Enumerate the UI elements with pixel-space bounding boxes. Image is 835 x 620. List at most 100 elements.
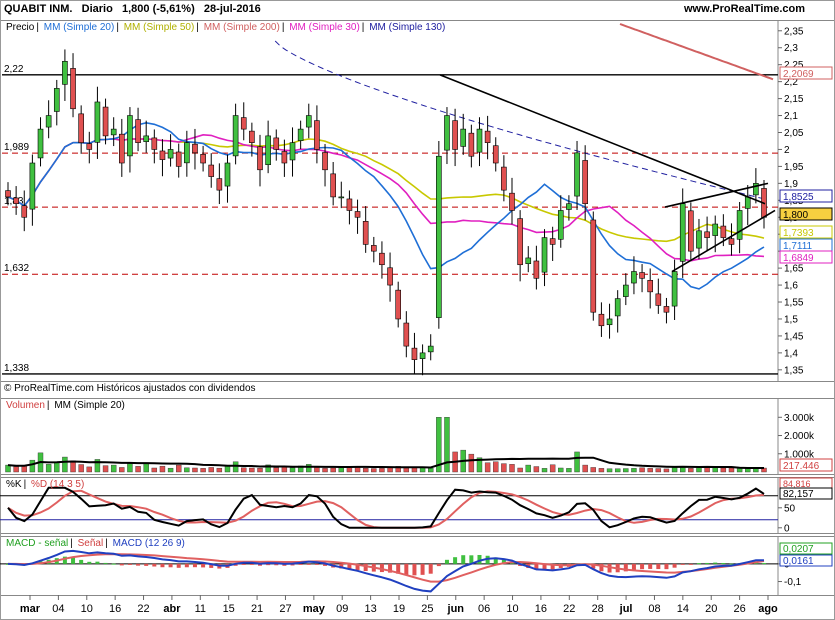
candle-body: [346, 198, 353, 211]
volume-bar: [688, 468, 694, 473]
trendline-channel-top: [664, 182, 769, 208]
legend-d: %D (14 3 5): [30, 479, 85, 490]
candle-body: [29, 162, 36, 210]
volume-bar: [135, 466, 141, 473]
x-axis-label: 28: [592, 603, 604, 615]
volume-bar: [387, 467, 393, 473]
macd-histogram-bar: [152, 563, 157, 567]
volume-bar: [338, 467, 344, 473]
volume-bar: [484, 462, 491, 473]
candle-body: [476, 128, 483, 153]
macd-histogram-bar: [119, 563, 124, 566]
x-axis-label: mar: [20, 603, 41, 615]
date-label: 28-jul-2016: [203, 3, 261, 15]
x-axis-label: 16: [109, 603, 121, 615]
outer-frame: [0, 0, 835, 620]
volume-bar: [614, 468, 621, 473]
x-axis-label: jun: [447, 603, 465, 615]
price-level-label: 1,989: [4, 142, 29, 153]
price-axis-tick-label: 1,4: [784, 348, 798, 359]
price-badge-label: 1,800: [783, 210, 808, 221]
x-axis-label: 22: [137, 603, 149, 615]
candle-body: [736, 210, 743, 240]
volume-bar: [712, 467, 718, 473]
chart-svg[interactable]: 2,352,32,252,22,152,12,0521,951,91,851,8…: [0, 0, 835, 620]
candle-body: [135, 119, 141, 143]
candle-body: [257, 146, 263, 171]
candle-body: [5, 190, 11, 198]
macd-histogram-bar: [705, 562, 710, 564]
site-label[interactable]: www.ProRealTime.com: [684, 3, 805, 15]
volume-bar: [574, 451, 580, 473]
legend-ma30: MM (Simple 30): [289, 22, 360, 33]
candle-body: [102, 106, 109, 137]
price-axis-tick-label: 2: [784, 145, 790, 156]
macd-histogram-bar: [762, 563, 766, 565]
volume-bar: [501, 463, 507, 473]
price-legend: Precio | MM (Simple 20) | MM (Simple 50) | …: [6, 22, 446, 33]
legend-volume-ma: MM (Simple 20): [54, 400, 125, 411]
stoch-axis-tick-label: 50: [784, 503, 796, 514]
macd-histogram-bar: [168, 563, 173, 568]
candle-body: [86, 143, 93, 150]
candle-body: [354, 211, 361, 218]
candle-body: [679, 203, 686, 262]
candle-body: [232, 115, 239, 157]
x-axis-label: 19: [393, 603, 405, 615]
volume-bar: [362, 467, 369, 473]
candle-body: [297, 128, 304, 141]
candle-body: [265, 135, 271, 166]
candle-body: [289, 142, 296, 161]
stoch-legend: %K | %D (14 3 5): [6, 479, 85, 490]
macd-axis-tick-label: -0,1: [784, 577, 802, 588]
macd-histogram-bar: [640, 563, 645, 570]
price-axis-tick-label: 1,9: [784, 179, 798, 190]
candle-body: [216, 178, 223, 191]
candle-body: [696, 230, 702, 249]
macd-histogram-bar: [664, 563, 669, 570]
volume-bar: [176, 464, 182, 473]
macd-histogram-bar: [648, 563, 653, 569]
volume-bar: [200, 468, 206, 473]
candle-body: [688, 210, 694, 252]
volume-bar: [78, 464, 84, 473]
candle-body: [655, 293, 662, 306]
legend-volume: Volumen: [6, 400, 45, 411]
price-axis-tick-label: 1,6: [784, 281, 798, 292]
x-axis-label: 26: [733, 603, 745, 615]
macd-histogram-bar: [144, 563, 149, 566]
volume-bar: [623, 468, 629, 473]
volume-bar: [598, 468, 605, 473]
candle-body: [94, 101, 101, 143]
candle-body: [501, 166, 507, 191]
stoch-badge-d: 82,157: [783, 489, 814, 500]
candle-body: [200, 154, 206, 164]
volume-bar: [110, 464, 117, 473]
volume-bar: [517, 467, 523, 473]
volume-bar: [493, 461, 499, 473]
candle-body: [663, 306, 670, 313]
candle-body: [460, 128, 467, 147]
macd-histogram-bar: [95, 561, 100, 564]
price-axis-tick-label: 1,5: [784, 314, 798, 325]
candle-body: [314, 120, 320, 150]
candle-body: [119, 133, 125, 164]
volume-bar: [216, 467, 223, 473]
price-footer: © ProRealTime.com Históricos ajustados c…: [4, 383, 256, 394]
candle-body: [419, 352, 426, 359]
volume-bar: [468, 453, 475, 473]
price-badge-label: 2,2069: [783, 69, 814, 80]
price-badge-label: 1,7393: [783, 228, 814, 239]
candle-body: [338, 196, 345, 199]
candle-body: [614, 298, 621, 317]
x-axis-label: jul: [619, 603, 633, 615]
volume-bar: [322, 468, 328, 473]
macd-histogram-bar: [420, 563, 425, 575]
x-axis-label: may: [303, 603, 326, 615]
volume-bar: [102, 465, 109, 473]
macd-histogram-bar: [721, 562, 726, 564]
candle-body: [427, 345, 434, 353]
candle-body: [184, 142, 190, 164]
volume-ma-line: [7, 456, 764, 469]
volume-bar: [411, 467, 418, 473]
